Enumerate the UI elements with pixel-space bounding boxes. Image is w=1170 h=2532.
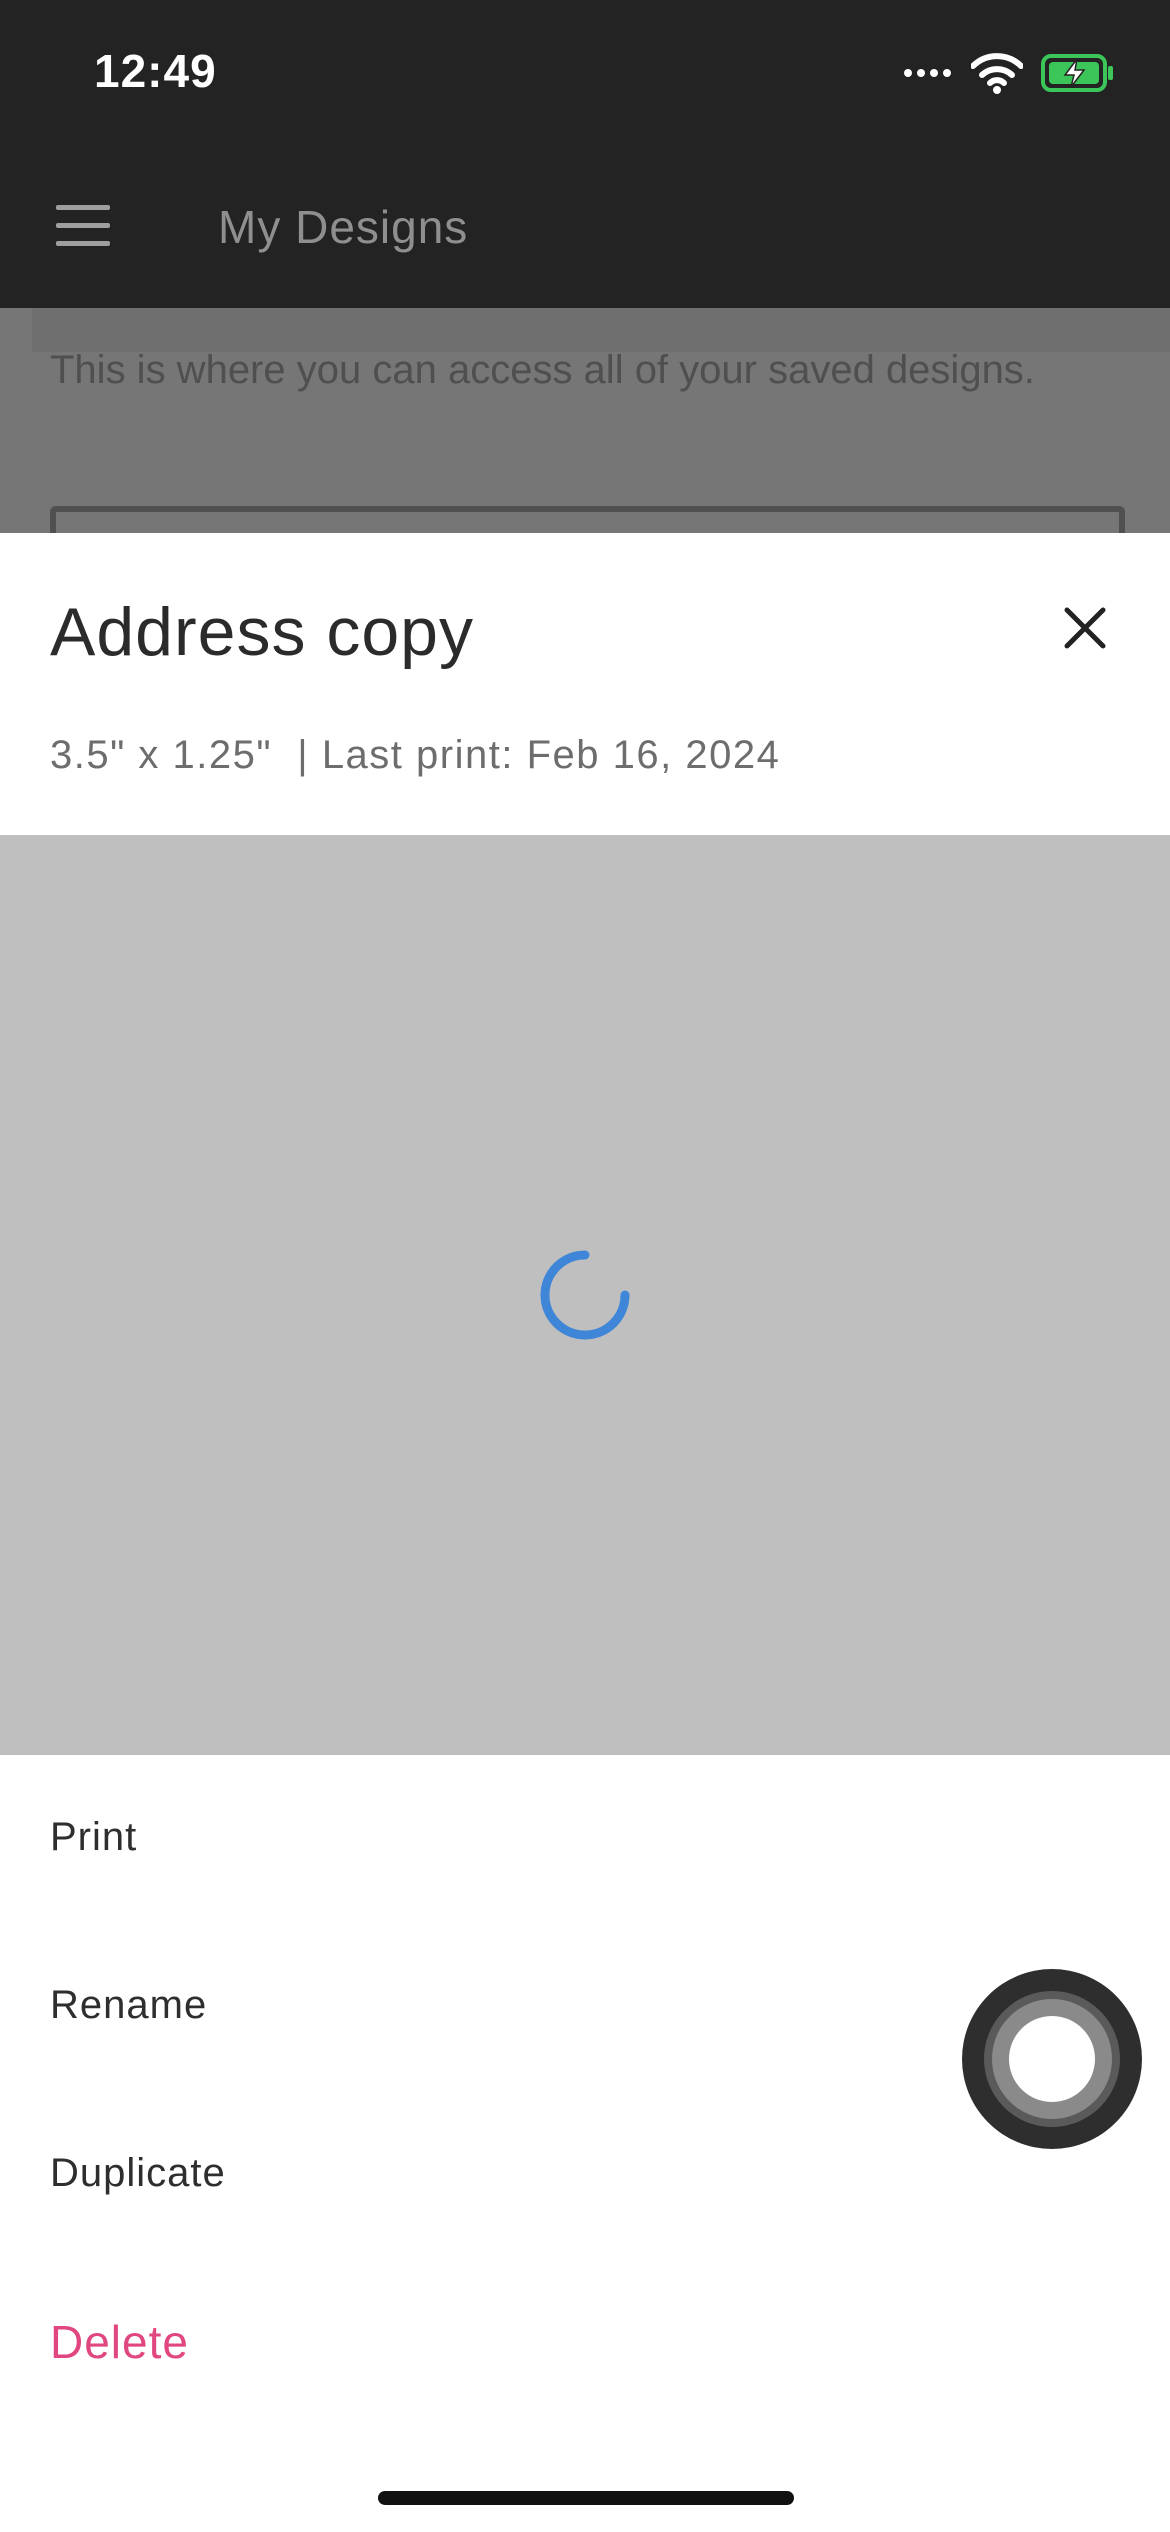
wifi-icon [971, 53, 1023, 94]
status-time: 12:49 [94, 45, 217, 97]
close-icon [1064, 607, 1106, 649]
signal-dots-icon [904, 69, 951, 77]
design-preview [0, 835, 1170, 1755]
rename-action[interactable]: Rename [50, 1983, 207, 2028]
status-icons [903, 48, 1115, 98]
print-action[interactable]: Print [50, 1815, 137, 1860]
assistive-touch-button[interactable] [962, 1969, 1142, 2149]
status-bar: 12:49 [0, 0, 1170, 160]
app-title: My Designs [218, 201, 469, 253]
design-bottom-sheet: Address copy 3.5" x 1.25" | Last print: … [0, 533, 1170, 2532]
loading-spinner-icon [540, 1250, 630, 1340]
assistive-touch-icon [992, 1999, 1112, 2119]
screen: 12:49 My Designs This is where you can a… [0, 0, 1170, 2532]
delete-action[interactable]: Delete [50, 2315, 189, 2369]
close-button[interactable] [1045, 588, 1125, 668]
battery-charging-icon [1041, 54, 1113, 92]
background-page: This is where you can access all of your… [0, 308, 1170, 546]
home-indicator[interactable] [378, 2491, 794, 2505]
sheet-title: Address copy [50, 594, 474, 670]
duplicate-action[interactable]: Duplicate [50, 2151, 226, 2196]
design-meta: 3.5" x 1.25" | Last print: Feb 16, 2024 [50, 733, 781, 777]
app-bar: My Designs [0, 160, 1170, 308]
hamburger-menu-icon[interactable] [56, 205, 112, 255]
page-description: This is where you can access all of your… [50, 348, 1035, 392]
